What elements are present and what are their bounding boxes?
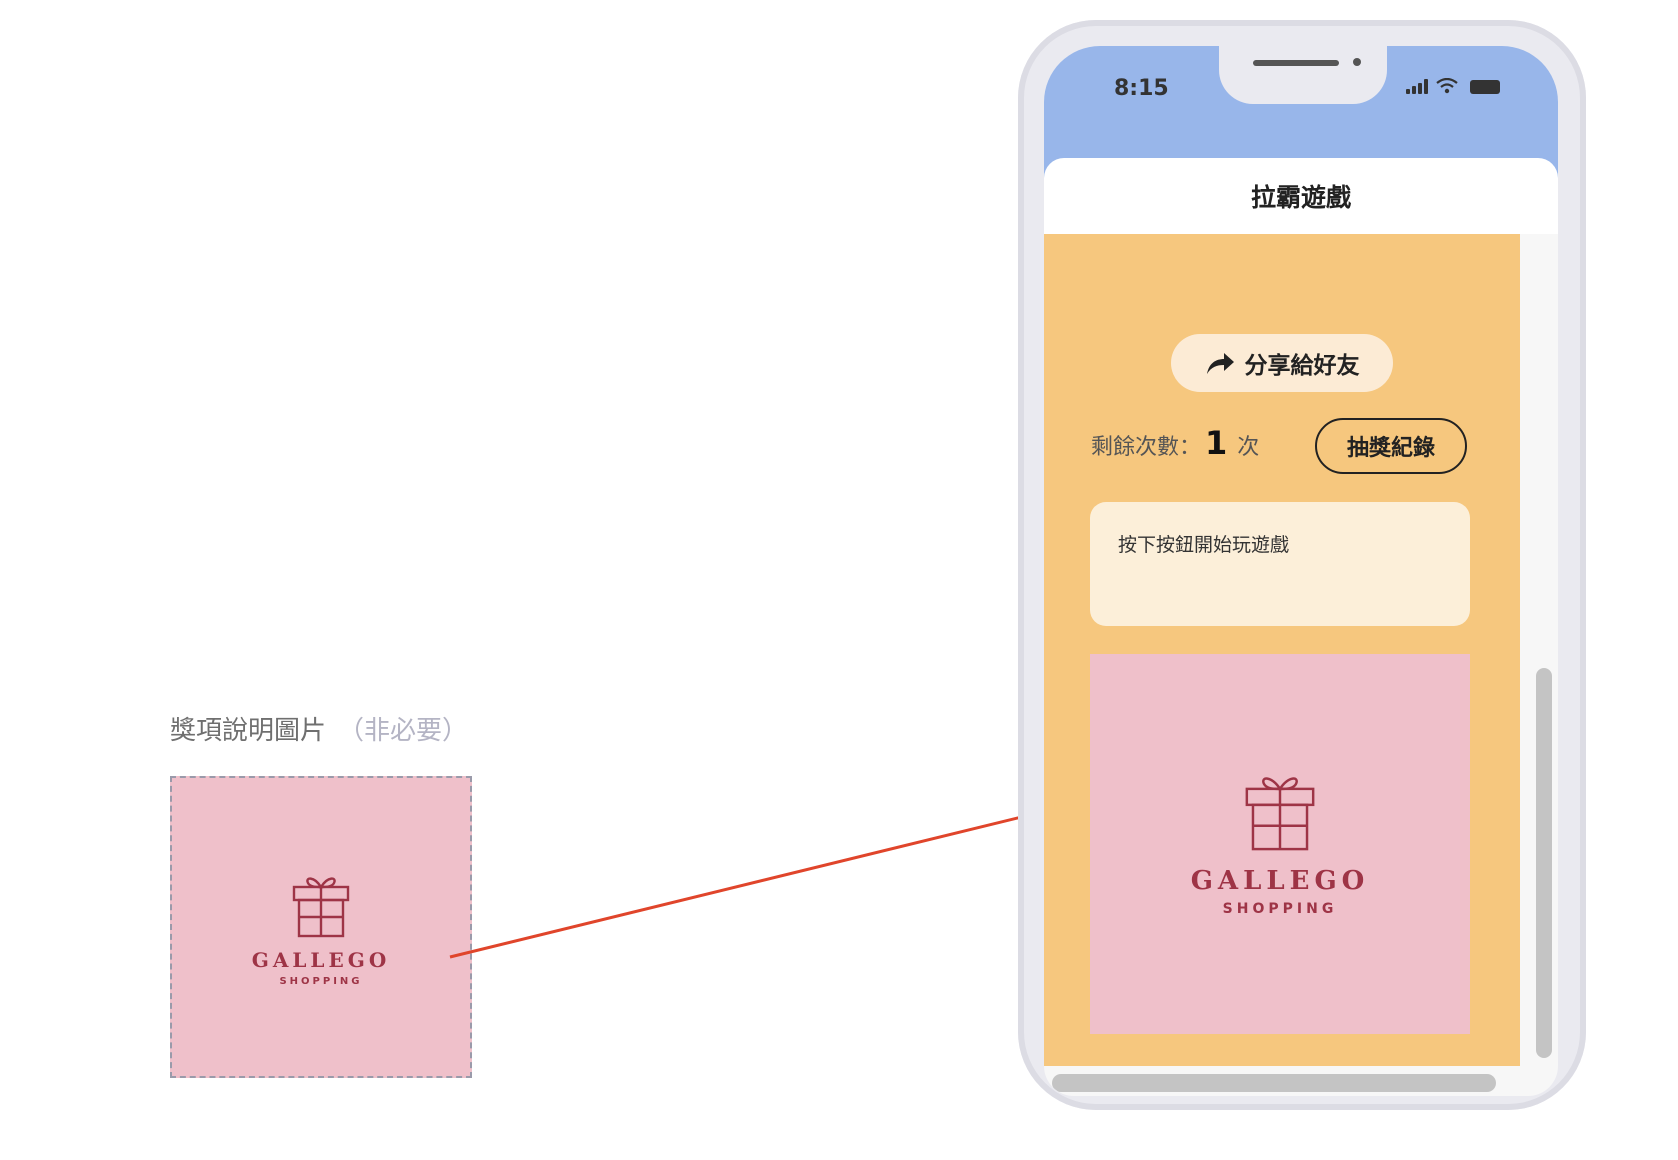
stage: 獎項說明圖片 （非必要） GALLEGO SHOPPING 8:15 拉霸遊戲 …: [0, 0, 1678, 1160]
page-title: 拉霸遊戲: [1250, 183, 1351, 212]
gift-icon: [292, 877, 350, 938]
remaining-label: 剩餘次數：: [1091, 435, 1202, 460]
prize-image-upload[interactable]: GALLEGO SHOPPING: [170, 776, 472, 1078]
logo-brand: GALLEGO: [1190, 866, 1370, 896]
prize-image: GALLEGO SHOPPING: [1090, 654, 1470, 1034]
status-icons: [1406, 78, 1500, 94]
message-text: 按下按鈕開始玩遊戲: [1118, 534, 1290, 556]
share-button-label: 分享給好友: [1244, 353, 1360, 379]
remaining-count: 剩餘次數： 1 次: [1091, 424, 1259, 462]
optional-hint: （非必要）: [338, 716, 469, 746]
battery-icon: [1470, 80, 1500, 94]
phone-screen: 8:15 拉霸遊戲 分享給好友 剩餘次數： 1 次 抽獎紀錄 按下按鈕開始玩遊戲…: [1044, 46, 1558, 1096]
horizontal-scrollbar[interactable]: [1052, 1074, 1496, 1092]
logo-brand: GALLEGO: [251, 948, 391, 972]
remaining-number: 1: [1205, 424, 1228, 462]
status-time: 8:15: [1114, 76, 1169, 101]
camera: [1353, 58, 1361, 66]
gallego-logo: GALLEGO SHOPPING: [1090, 768, 1470, 916]
wifi-icon: [1436, 78, 1458, 94]
prize-image-label: 獎項說明圖片 （非必要）: [170, 710, 468, 747]
share-arrow-icon: [1206, 353, 1234, 374]
app-header: 拉霸遊戲: [1044, 158, 1558, 234]
share-button[interactable]: 分享給好友: [1171, 334, 1393, 392]
game-content: 分享給好友 剩餘次數： 1 次 抽獎紀錄 按下按鈕開始玩遊戲 GALLEGO S…: [1044, 234, 1520, 1066]
vertical-scrollbar[interactable]: [1536, 668, 1552, 1058]
phone-mockup: 8:15 拉霸遊戲 分享給好友 剩餘次數： 1 次 抽獎紀錄 按下按鈕開始玩遊戲…: [1018, 20, 1586, 1110]
speaker: [1253, 60, 1339, 66]
draw-record-button[interactable]: 抽獎紀錄: [1315, 418, 1467, 474]
phone-notch: [1219, 46, 1387, 104]
remaining-unit: 次: [1237, 435, 1260, 460]
logo-sub: SHOPPING: [279, 976, 363, 987]
message-box: 按下按鈕開始玩遊戲: [1090, 502, 1470, 626]
gallego-logo: GALLEGO SHOPPING: [172, 870, 470, 987]
prize-image-label-text: 獎項說明圖片: [170, 716, 327, 746]
gift-icon: [1245, 777, 1315, 851]
signal-icon: [1406, 78, 1428, 94]
logo-sub: SHOPPING: [1222, 901, 1338, 917]
